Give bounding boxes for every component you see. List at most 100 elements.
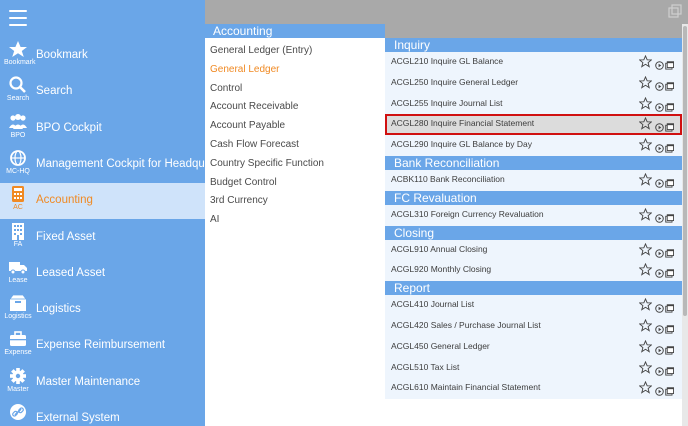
sidebar-item-label: Bookmark bbox=[36, 49, 88, 61]
bookmark-star-icon[interactable] bbox=[638, 137, 653, 156]
function-row-label[interactable]: ACGL280 Inquire Financial Statement bbox=[391, 118, 534, 128]
run-icon[interactable] bbox=[655, 265, 664, 283]
function-row-label[interactable]: ACGL410 Journal List bbox=[391, 299, 474, 309]
function-row[interactable]: ACGL910 Annual Closing bbox=[385, 239, 682, 261]
calculator-icon: AC bbox=[4, 183, 32, 219]
open-new-window-icon[interactable] bbox=[665, 383, 674, 401]
bookmark-star-icon[interactable] bbox=[638, 263, 653, 281]
open-new-window-icon[interactable] bbox=[665, 140, 674, 158]
sidebar-item-short-label: MC-HQ bbox=[6, 167, 30, 175]
bookmark-star-icon[interactable] bbox=[638, 172, 653, 191]
main-sidebar: Bookmark Bookmark Search Search BPO BPO Cockp… bbox=[0, 0, 234, 426]
function-row-label[interactable]: ACGL255 Inquire Journal List bbox=[391, 98, 503, 108]
bookmark-star-icon[interactable] bbox=[638, 54, 653, 73]
sidebar-item-bookmark[interactable]: Bookmark Bookmark bbox=[0, 38, 205, 74]
sidebar-item-short-label: BPO bbox=[10, 131, 26, 139]
sidebar-item-management-cockpit-for-headquarters[interactable]: MC-HQ Management Cockpit for Headquarters bbox=[0, 147, 234, 183]
function-row[interactable]: ACGL920 Monthly Closing bbox=[385, 260, 682, 283]
function-row[interactable]: ACGL255 Inquire Journal List bbox=[385, 93, 682, 115]
function-row[interactable]: ACGL310 Foreign Currency Revaluation bbox=[385, 204, 682, 228]
menu-item-account-receivable[interactable]: Account Receivable bbox=[205, 98, 385, 117]
function-row[interactable]: ACGL510 Tax List bbox=[385, 357, 682, 379]
sidebar-item-expense-reimbursement[interactable]: Expense Expense Reimbursement bbox=[0, 328, 205, 364]
panel-top-strip bbox=[385, 24, 682, 38]
menu-item-general-ledger-entry[interactable]: General Ledger (Entry) bbox=[205, 42, 385, 61]
building-icon: FA bbox=[4, 220, 32, 256]
function-row[interactable]: ACGL210 Inquire GL Balance bbox=[385, 52, 682, 73]
bookmark-star-icon[interactable] bbox=[638, 207, 653, 226]
bookmark-star-icon[interactable] bbox=[638, 75, 653, 94]
bookmark-star-icon[interactable] bbox=[638, 339, 653, 358]
sidebar-item-label: Expense Reimbursement bbox=[36, 339, 166, 352]
function-row-label[interactable]: ACGL420 Sales / Purchase Journal List bbox=[391, 320, 541, 330]
sidebar-item-search[interactable]: Search Search bbox=[0, 74, 205, 110]
bookmark-star-icon[interactable] bbox=[638, 381, 653, 399]
sidebar-item-short-label: Search bbox=[6, 95, 30, 103]
sidebar-item-fixed-asset[interactable]: FA Fixed Asset bbox=[0, 220, 205, 256]
open-new-window-icon[interactable] bbox=[665, 210, 674, 228]
menu-item-ai[interactable]: AI bbox=[205, 211, 385, 230]
function-row-label[interactable]: ACGL510 Tax List bbox=[391, 362, 459, 372]
bookmark-star-icon[interactable] bbox=[638, 360, 653, 379]
sidebar-item-logistics[interactable]: Logistics Logistics bbox=[0, 292, 205, 328]
menu-item-3rd-currency[interactable]: 3rd Currency bbox=[205, 192, 385, 211]
sidebar-item-short-label: Logistics bbox=[4, 313, 32, 321]
function-row[interactable]: ACBK110 Bank Reconciliation bbox=[385, 169, 682, 193]
sidebar-item-external-system[interactable]: External System bbox=[0, 401, 205, 426]
menu-item-country-specific-function[interactable]: Country Specific Function bbox=[205, 155, 385, 174]
sidebar-item-master-maintenance[interactable]: Master Master Maintenance bbox=[0, 365, 205, 401]
function-row-label[interactable]: ACGL310 Foreign Currency Revaluation bbox=[391, 209, 544, 219]
sidebar-item-bpo-cockpit[interactable]: BPO BPO Cockpit bbox=[0, 111, 205, 147]
bookmark-star-icon[interactable] bbox=[638, 117, 653, 135]
function-row[interactable]: ACGL610 Maintain Financial Statement bbox=[385, 378, 682, 401]
function-row[interactable]: ACGL280 Inquire Financial Statement bbox=[385, 114, 682, 136]
function-row-label[interactable]: ACGL610 Maintain Financial Statement bbox=[391, 382, 540, 392]
top-bar bbox=[205, 0, 688, 26]
bookmark-star-icon[interactable] bbox=[638, 318, 653, 337]
menu-item-account-payable[interactable]: Account Payable bbox=[205, 117, 385, 136]
menu-item-cash-flow-forecast[interactable]: Cash Flow Forecast bbox=[205, 136, 385, 155]
run-icon[interactable] bbox=[655, 175, 664, 193]
function-row[interactable]: ACGL290 Inquire GL Balance by Day bbox=[385, 135, 682, 156]
function-row[interactable]: ACGL410 Journal List bbox=[385, 295, 682, 316]
function-row-label[interactable]: ACGL290 Inquire GL Balance by Day bbox=[391, 139, 532, 149]
vertical-scrollbar[interactable] bbox=[682, 24, 688, 426]
sidebar-item-accounting[interactable]: AC Accounting bbox=[0, 183, 205, 220]
sidebar-item-label: Master Maintenance bbox=[36, 375, 141, 388]
menu-item-control[interactable]: Control bbox=[205, 80, 385, 99]
open-new-window-icon[interactable] bbox=[665, 265, 674, 283]
sidebar-item-label: Accounting bbox=[36, 194, 93, 207]
run-icon[interactable] bbox=[655, 210, 664, 228]
menu-item-budget-control[interactable]: Budget Control bbox=[205, 174, 385, 193]
function-row-label[interactable]: ACGL210 Inquire GL Balance bbox=[391, 56, 503, 66]
function-row-label[interactable]: ACGL450 General Ledger bbox=[391, 341, 490, 351]
section-header-inquiry: Inquiry bbox=[385, 38, 682, 52]
menu-item-general-ledger[interactable]: General Ledger bbox=[205, 61, 385, 80]
run-icon[interactable] bbox=[655, 140, 664, 158]
function-row[interactable]: ACGL250 Inquire General Ledger bbox=[385, 72, 682, 94]
sidebar-item-short-label: Bookmark bbox=[4, 59, 36, 66]
restore-window-icon[interactable] bbox=[668, 4, 682, 18]
sidebar-item-short-label: AC bbox=[13, 204, 23, 212]
function-row-label[interactable]: ACGL910 Annual Closing bbox=[391, 244, 487, 254]
function-row-label[interactable]: ACGL920 Monthly Closing bbox=[391, 264, 491, 274]
function-row-label[interactable]: ACBK110 Bank Reconciliation bbox=[391, 174, 505, 184]
open-new-window-icon[interactable] bbox=[665, 175, 674, 193]
function-row[interactable]: ACGL420 Sales / Purchase Journal List bbox=[385, 315, 682, 337]
row-actions bbox=[638, 297, 675, 313]
scrollbar-thumb[interactable] bbox=[683, 26, 687, 316]
bookmark-star-icon[interactable] bbox=[638, 297, 653, 316]
row-actions bbox=[638, 75, 675, 91]
section-header-report: Report bbox=[385, 281, 682, 296]
function-row-label[interactable]: ACGL250 Inquire General Ledger bbox=[391, 77, 518, 87]
hamburger-menu-icon[interactable] bbox=[9, 10, 27, 26]
run-icon[interactable] bbox=[655, 383, 664, 401]
sidebar-item-label: Fixed Asset bbox=[36, 230, 96, 243]
gear-icon: Master bbox=[4, 365, 32, 401]
sidebar-item-short-label: FA bbox=[13, 240, 23, 248]
module-menu-title: Accounting bbox=[205, 24, 385, 38]
bookmark-star-icon[interactable] bbox=[638, 242, 653, 261]
bookmark-star-icon[interactable] bbox=[638, 96, 653, 115]
function-row[interactable]: ACGL450 General Ledger bbox=[385, 336, 682, 358]
sidebar-item-leased-asset[interactable]: Lease Leased Asset bbox=[0, 256, 205, 292]
